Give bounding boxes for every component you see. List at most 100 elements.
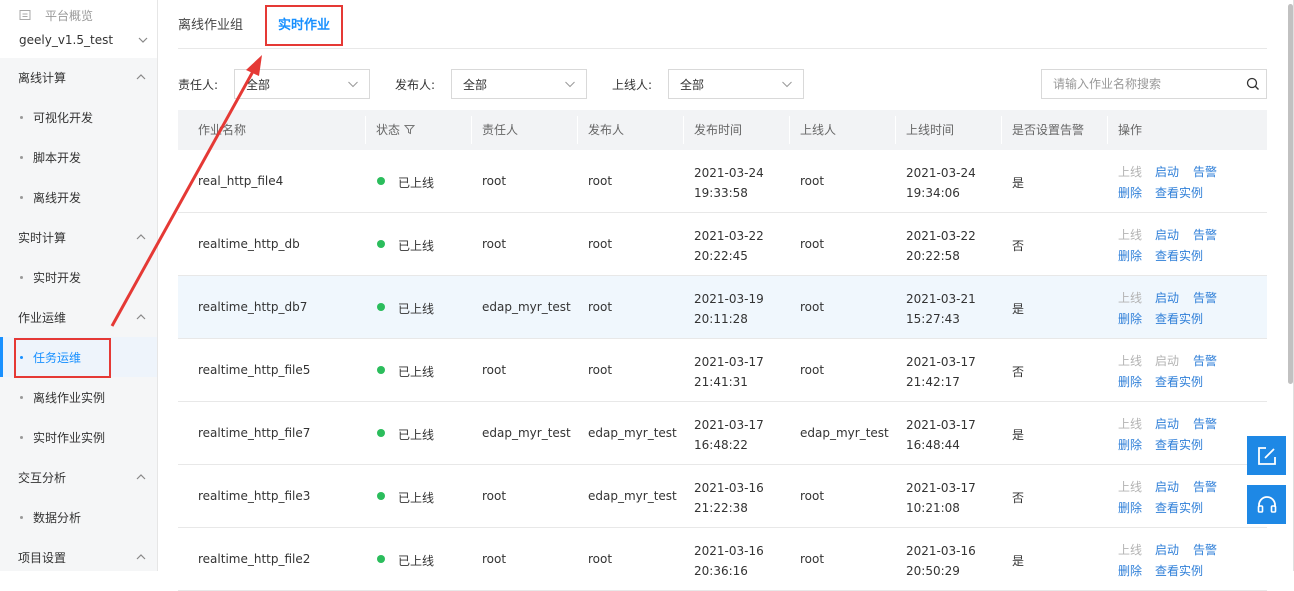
sidebar-item-offline-dev[interactable]: 离线开发 (0, 177, 157, 217)
sidebar-item-task-ops[interactable]: 任务运维 (0, 337, 157, 377)
job-search-box[interactable] (1041, 69, 1267, 99)
online-action: 上线 (1118, 480, 1143, 494)
tab-realtime-jobs[interactable]: 实时作业 (278, 14, 330, 33)
header-actions: 操作 (1118, 123, 1143, 137)
bullet-icon (20, 115, 23, 119)
bullet-icon (20, 355, 23, 359)
start-action[interactable]: 启动 (1155, 226, 1179, 243)
overview-icon (19, 10, 31, 20)
header-alarm-set: 是否设置告警 (1012, 123, 1085, 137)
publisher-select[interactable]: 全部 (451, 69, 587, 99)
alarm-action[interactable]: 告警 (1193, 163, 1217, 180)
sidebar-item-script-dev[interactable]: 脚本开发 (0, 137, 157, 177)
table-row[interactable]: realtime_http_file7 已上线 edap_myr_test edap_… (178, 402, 1267, 465)
view-instances-action[interactable]: 查看实例 (1155, 184, 1203, 201)
header-status[interactable]: 状态 (376, 110, 416, 150)
publish-time-cell: 2021-03-17 16:48:22 (694, 415, 764, 455)
sidebar-group-settings[interactable]: 项目设置 (0, 537, 157, 577)
online-date: 2021-03-17 (906, 418, 976, 432)
sidebar-item-realtime-dev[interactable]: 实时开发 (0, 257, 157, 297)
online-action: 上线 (1118, 417, 1143, 431)
start-action[interactable]: 启动 (1155, 415, 1179, 432)
header-online-time: 上线时间 (906, 123, 955, 137)
job-search-input[interactable] (1051, 76, 1235, 92)
publish-clock: 16:48:22 (694, 438, 748, 452)
platform-overview-link[interactable]: 平台概览 (19, 7, 93, 23)
edit-icon (1257, 446, 1276, 465)
view-instances-action[interactable]: 查看实例 (1155, 247, 1203, 264)
publish-date: 2021-03-17 (694, 418, 764, 432)
table-row[interactable]: realtime_http_file2 已上线 root root 2021-03-16… (178, 528, 1267, 591)
start-action[interactable]: 启动 (1155, 478, 1179, 495)
online-date: 2021-03-24 (906, 166, 976, 180)
onliner-cell: edap_myr_test (800, 426, 889, 440)
table-row[interactable]: realtime_http_file3 已上线 root edap_myr_test 2… (178, 465, 1267, 528)
sidebar-item-data-analysis[interactable]: 数据分析 (0, 497, 157, 537)
online-action: 上线 (1118, 228, 1143, 242)
start-action[interactable]: 启动 (1155, 289, 1179, 306)
header-publish-time: 发布时间 (694, 123, 743, 137)
sidebar-item-realtime-instances[interactable]: 实时作业实例 (0, 417, 157, 457)
onliner-select[interactable]: 全部 (668, 69, 804, 99)
publish-date: 2021-03-17 (694, 355, 764, 369)
onliner-cell: root (800, 363, 825, 377)
delete-action[interactable]: 删除 (1118, 373, 1142, 390)
bullet-icon (20, 155, 23, 159)
owner-select[interactable]: 全部 (234, 69, 370, 99)
filter-icon[interactable] (404, 124, 416, 135)
start-action[interactable]: 启动 (1155, 163, 1179, 180)
online-time-cell: 2021-03-24 19:34:06 (906, 163, 976, 203)
online-time-cell: 2021-03-17 21:42:17 (906, 352, 976, 392)
bullet-icon (20, 275, 23, 279)
alarm-action[interactable]: 告警 (1193, 352, 1217, 369)
alarm-action[interactable]: 告警 (1193, 289, 1217, 306)
sidebar-group-offline[interactable]: 离线计算 (0, 57, 157, 97)
delete-action[interactable]: 删除 (1118, 436, 1142, 453)
start-action[interactable]: 启动 (1155, 541, 1179, 558)
publish-date: 2021-03-19 (694, 292, 764, 306)
sidebar-item-visual-dev[interactable]: 可视化开发 (0, 97, 157, 137)
sidebar-item-offline-instances[interactable]: 离线作业实例 (0, 377, 157, 417)
publish-clock: 19:33:58 (694, 186, 748, 200)
delete-action[interactable]: 删除 (1118, 247, 1142, 264)
alarm-action[interactable]: 告警 (1193, 226, 1217, 243)
onliner-cell: root (800, 552, 825, 566)
chevron-up-icon (136, 234, 146, 240)
status-online-icon (377, 240, 385, 248)
publisher-cell: root (588, 174, 613, 188)
publisher-filter-label: 发布人: (395, 78, 436, 92)
onliner-cell: root (800, 174, 825, 188)
delete-action[interactable]: 删除 (1118, 499, 1142, 516)
table-row[interactable]: realtime_http_file5 已上线 root root 2021-03-17… (178, 339, 1267, 402)
sidebar-group-ops[interactable]: 作业运维 (0, 297, 157, 337)
tab-offline-group[interactable]: 离线作业组 (178, 14, 243, 33)
job-name: realtime_http_file7 (198, 426, 311, 440)
view-instances-action[interactable]: 查看实例 (1155, 373, 1203, 390)
online-action: 上线 (1118, 354, 1143, 368)
status-online-icon (377, 303, 385, 311)
alarm-set-cell: 是 (1012, 554, 1025, 568)
sidebar-group-realtime[interactable]: 实时计算 (0, 217, 157, 257)
table-row[interactable]: realtime_http_db 已上线 root root 2021-03-22 20:… (178, 213, 1267, 276)
feedback-button[interactable] (1247, 436, 1286, 475)
owner-cell: root (482, 174, 507, 188)
view-instances-action[interactable]: 查看实例 (1155, 310, 1203, 327)
online-time-cell: 2021-03-17 10:21:08 (906, 478, 976, 518)
publisher-cell: root (588, 300, 613, 314)
alarm-action[interactable]: 告警 (1193, 478, 1217, 495)
table-row[interactable]: real_http_file4 已上线 root root 2021-03-24 19:3… (178, 150, 1267, 213)
table-row[interactable]: realtime_http_db7 已上线 edap_myr_test root 202… (178, 276, 1267, 339)
delete-action[interactable]: 删除 (1118, 310, 1142, 327)
owner-cell: root (482, 489, 507, 503)
search-icon[interactable] (1246, 77, 1260, 91)
support-button[interactable] (1247, 485, 1286, 524)
sidebar-group-interactive[interactable]: 交互分析 (0, 457, 157, 497)
delete-action[interactable]: 删除 (1118, 184, 1142, 201)
chevron-down-icon (138, 37, 148, 43)
view-instances-action[interactable]: 查看实例 (1155, 436, 1203, 453)
alarm-action[interactable]: 告警 (1193, 541, 1217, 558)
view-instances-action[interactable]: 查看实例 (1155, 499, 1203, 516)
alarm-action[interactable]: 告警 (1193, 415, 1217, 432)
status-online-icon (377, 177, 385, 185)
project-selector[interactable]: geely_v1.5_test (19, 30, 149, 50)
